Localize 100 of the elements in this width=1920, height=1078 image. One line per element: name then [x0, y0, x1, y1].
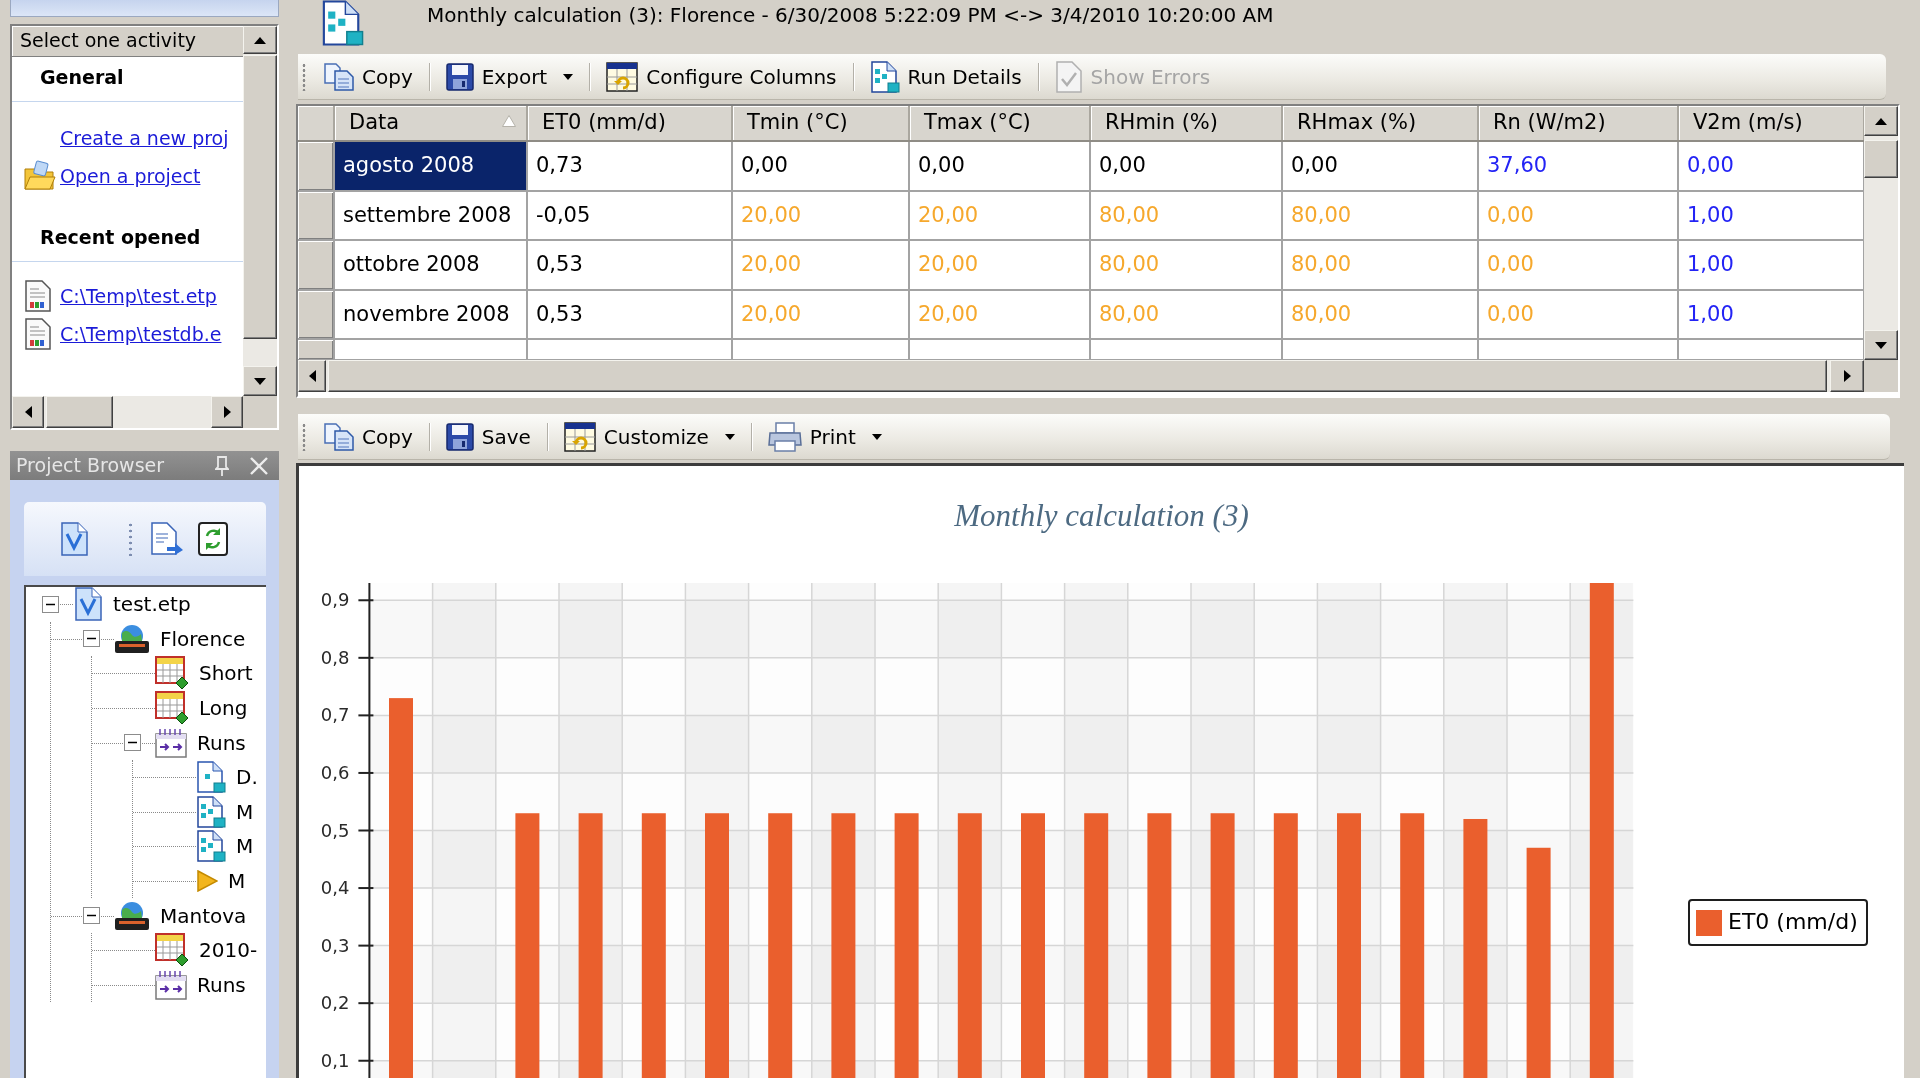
tree-item[interactable]: M: [228, 869, 246, 894]
row-header[interactable]: [298, 141, 334, 191]
section-heading: Recent opened: [39, 224, 202, 250]
collapse-icon[interactable]: [83, 907, 100, 925]
legend-label: ET0 (mm/d): [1728, 909, 1858, 936]
calendar-grid-icon: [155, 691, 189, 726]
column-header[interactable]: Tmin (°C): [732, 106, 909, 141]
document-icon[interactable]: [59, 522, 89, 556]
document-icon: [321, 0, 364, 46]
caret-icon: [724, 433, 735, 440]
document-arrow-icon[interactable]: [150, 522, 184, 556]
grip-handle[interactable]: [302, 62, 306, 91]
row-header[interactable]: [298, 190, 334, 240]
globe-icon: [114, 900, 150, 931]
column-header[interactable]: Tmax (°C): [909, 106, 1090, 141]
link[interactable]: Create a new proj: [60, 126, 229, 150]
pin-icon[interactable]: [215, 455, 229, 476]
tree-item[interactable]: Short: [199, 661, 253, 686]
scrollbar-thumb[interactable]: [243, 55, 277, 339]
column-header[interactable]: RHmax (%): [1282, 106, 1478, 141]
tree-item[interactable]: Mantova: [160, 903, 247, 928]
tree-item[interactable]: D.: [236, 765, 258, 790]
grip-handle[interactable]: [302, 422, 306, 451]
table-cell: 80,00: [1282, 190, 1478, 240]
scroll-right-button[interactable]: [211, 396, 243, 428]
table-cell: 0,00: [1090, 141, 1282, 191]
table-cell: 0,53: [527, 240, 732, 290]
tree-item[interactable]: 2010-: [199, 938, 258, 963]
table-cell: 0,53: [527, 289, 732, 339]
refresh-icon[interactable]: [198, 522, 228, 556]
triangle-right-icon: [1843, 370, 1851, 382]
triangle-down-icon: [254, 377, 266, 385]
copy-button[interactable]: Copy: [314, 56, 423, 97]
table-cell: 20,00: [732, 240, 909, 290]
tree-item[interactable]: Long: [199, 696, 248, 721]
run-details-button[interactable]: Run Details: [859, 56, 1032, 97]
triangle-right-icon: [223, 406, 231, 418]
column-header[interactable]: ET0 (mm/d): [527, 106, 732, 141]
table-cell: 0,00: [1478, 240, 1678, 290]
scroll-up-button[interactable]: [243, 26, 277, 54]
table-cell: 0,00: [732, 141, 909, 191]
scrollbar-thumb[interactable]: [1864, 140, 1898, 178]
axis-tick-label: 0,4: [320, 877, 350, 899]
customize-button[interactable]: Customize: [553, 416, 745, 457]
document-icon: [196, 795, 226, 828]
scroll-left-button[interactable]: [298, 360, 326, 392]
axis-tick-label: 0,5: [320, 819, 350, 841]
collapse-icon[interactable]: [83, 630, 100, 648]
link[interactable]: Open a project: [60, 164, 201, 188]
table-cell[interactable]: agosto 2008: [334, 141, 527, 191]
scrollbar-thumb[interactable]: [46, 396, 113, 428]
table-cell[interactable]: novembre 2008: [334, 289, 527, 339]
table-cell: -0,05: [527, 190, 732, 240]
link[interactable]: C:\Temp\testdb.e: [60, 322, 222, 346]
triangle-down-icon: [1875, 341, 1887, 349]
row-header[interactable]: [298, 240, 334, 290]
print-button[interactable]: Print: [757, 416, 892, 457]
axis-tick-label: 0,8: [320, 646, 350, 668]
row-header[interactable]: [298, 339, 334, 360]
file-icon: [24, 280, 52, 312]
chart-title: Monthly calculation (3): [953, 497, 1250, 536]
save-icon: [445, 422, 474, 451]
table-icon: [606, 61, 639, 92]
window-title: Monthly calculation (3): Florence - 6/30/2008 5:22:09 PM <-> 3/4/2010 10:20:00 AM: [427, 2, 1274, 29]
copy-icon: [324, 422, 354, 451]
tree-item[interactable]: test.etp: [113, 592, 191, 617]
copy-button[interactable]: Copy: [314, 416, 423, 457]
row-header[interactable]: [298, 289, 334, 339]
export-button[interactable]: Export: [435, 56, 584, 97]
column-header[interactable]: V2m (m/s): [1678, 106, 1864, 141]
collapse-icon[interactable]: [124, 734, 141, 752]
column-header[interactable]: RHmin (%): [1090, 106, 1282, 141]
save-button[interactable]: Save: [435, 416, 541, 457]
tree-item[interactable]: M: [236, 834, 254, 859]
grid-corner: [298, 106, 334, 141]
link[interactable]: C:\Temp\test.etp: [60, 284, 217, 308]
table-cell[interactable]: settembre 2008: [334, 190, 527, 240]
scroll-right-button[interactable]: [1830, 360, 1864, 392]
table-cell: 0,00: [1282, 141, 1478, 191]
tree-item[interactable]: Runs: [197, 730, 246, 755]
table-cell: 20,00: [909, 190, 1090, 240]
tree-item[interactable]: Florence: [160, 626, 246, 651]
table-cell[interactable]: ottobre 2008: [334, 240, 527, 290]
document-check-icon: [1054, 60, 1083, 93]
table-cell: 0,00: [909, 141, 1090, 191]
scroll-down-button[interactable]: [1864, 330, 1898, 360]
document-icon: [869, 60, 900, 93]
column-header[interactable]: Rn (W/m2): [1478, 106, 1678, 141]
tree-item[interactable]: M: [236, 799, 254, 824]
axis-tick-label: 0,2: [320, 992, 350, 1014]
close-icon[interactable]: [249, 455, 269, 476]
scroll-left-button[interactable]: [12, 396, 44, 428]
scroll-down-button[interactable]: [243, 366, 277, 396]
tree-item[interactable]: Runs: [197, 972, 246, 997]
caret-icon: [563, 73, 574, 80]
axis-tick-label: 0,1: [320, 1049, 350, 1071]
collapse-icon[interactable]: [42, 595, 59, 613]
scroll-up-button[interactable]: [1864, 106, 1898, 136]
column-header[interactable]: Data: [334, 106, 527, 141]
configure-columns-button[interactable]: Configure Columns: [596, 56, 847, 97]
